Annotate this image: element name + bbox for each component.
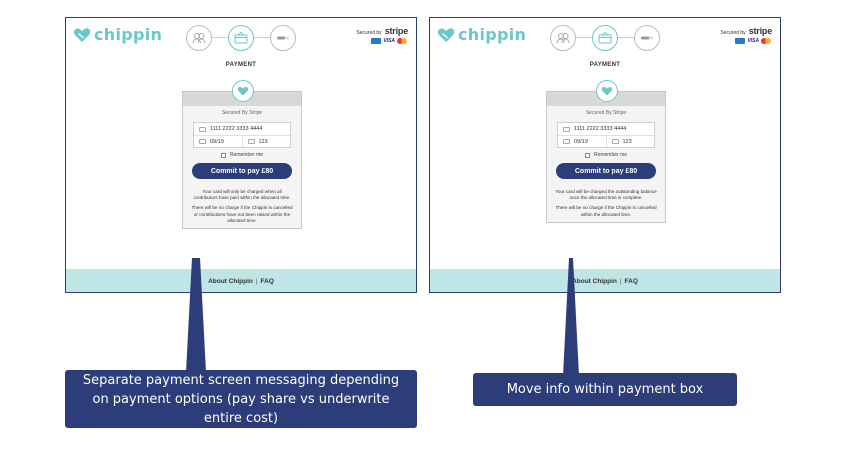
remember-me-checkbox[interactable] — [584, 152, 590, 158]
expiry-field[interactable]: 09/19 — [194, 136, 242, 147]
card-details-row: 09/19 123 — [558, 135, 654, 147]
secured-by-stripe: Secured by stripe VISA — [720, 26, 772, 44]
people-icon — [192, 33, 206, 44]
progress-icon — [277, 36, 289, 40]
progress-icon — [641, 36, 653, 40]
footer: About Chippin | FAQ — [430, 269, 780, 292]
visa-icon: VISA — [383, 38, 395, 44]
calendar-icon — [199, 139, 206, 144]
lock-icon — [611, 139, 619, 144]
cvc-value: 123 — [258, 138, 268, 145]
card-number-field[interactable]: 1111 2222 3333 4444 — [194, 123, 290, 135]
card-details-row: 09/19 123 — [194, 135, 290, 147]
cvc-value: 123 — [622, 138, 632, 145]
mastercard-icon — [397, 38, 408, 44]
remember-me-label: Remember me — [229, 152, 264, 158]
card-icon — [598, 32, 612, 44]
footer-separator: | — [619, 278, 622, 285]
callout-pointer-left — [186, 258, 206, 372]
callout-pointer-right — [563, 258, 579, 376]
amex-icon — [735, 38, 746, 44]
payment-screen-left: chippin Secured by stripe VISA PAYMENT S… — [65, 17, 417, 293]
footer-separator: | — [255, 278, 258, 285]
step-payment[interactable] — [228, 25, 254, 51]
page-title: PAYMENT — [225, 62, 257, 68]
step-people[interactable] — [550, 25, 576, 51]
card-number-value: 1111 2222 3333 4444 — [210, 126, 263, 132]
card-number-value: 1111 2222 3333 4444 — [574, 126, 627, 132]
callout-right: Move info within payment box — [473, 373, 737, 406]
no-charge-info-text: There will be no charge if the Chippin i… — [191, 205, 293, 223]
footer-faq-link[interactable]: FAQ — [261, 278, 274, 285]
logo-wordmark: chippin — [458, 25, 527, 44]
charge-info-text: Your card will only be charged when all … — [193, 189, 291, 201]
logo-wordmark: chippin — [94, 25, 163, 44]
remember-me-label: Remember me — [593, 152, 628, 158]
step-progress[interactable] — [270, 25, 296, 51]
payment-badge — [232, 80, 254, 102]
step-people[interactable] — [186, 25, 212, 51]
heart-tag-icon — [237, 86, 249, 96]
card-form: 1111 2222 3333 4444 09/19 123 — [193, 122, 291, 148]
stripe-logo: stripe — [384, 26, 409, 36]
page-title: PAYMENT — [589, 62, 621, 68]
no-charge-info-text: There will be no charge if the Chippin i… — [555, 205, 657, 217]
amex-icon — [371, 38, 382, 44]
heart-tag-icon — [601, 86, 613, 96]
footer-about-link[interactable]: About Chippin — [208, 278, 253, 285]
credit-card-icon — [199, 126, 206, 132]
commit-to-pay-button[interactable]: Commit to pay £80 — [556, 163, 656, 179]
step-payment[interactable] — [592, 25, 618, 51]
expiry-value: 09/19 — [574, 138, 588, 145]
secured-by-stripe: Secured by stripe VISA — [356, 26, 408, 44]
card-number-field[interactable]: 1111 2222 3333 4444 — [558, 123, 654, 135]
expiry-value: 09/19 — [210, 138, 224, 145]
payment-screen-right: chippin Secured by stripe VISA PAYMENT S… — [429, 17, 781, 293]
remember-me-checkbox[interactable] — [220, 152, 226, 158]
charge-info-text: Your card will be charged the outstandin… — [555, 189, 657, 201]
remember-me[interactable]: Remember me — [547, 152, 665, 158]
footer: About Chippin | FAQ — [66, 269, 416, 292]
remember-me[interactable]: Remember me — [183, 152, 301, 158]
heart-tag-logo-icon — [73, 26, 91, 42]
chippin-logo[interactable]: chippin — [437, 25, 526, 44]
card-form: 1111 2222 3333 4444 09/19 123 — [557, 122, 655, 148]
calendar-icon — [563, 139, 570, 144]
commit-to-pay-button[interactable]: Commit to pay £80 — [192, 163, 292, 179]
secured-by-stripe-text: Secured By Stripe — [221, 110, 263, 116]
people-icon — [556, 33, 570, 44]
chippin-logo[interactable]: chippin — [73, 25, 162, 44]
payment-box: Secured By Stripe 1111 2222 3333 4444 09… — [182, 80, 302, 230]
secured-by-stripe-text: Secured By Stripe — [585, 110, 627, 116]
secured-by-label: Secured by — [720, 30, 746, 36]
card-brands: VISA — [356, 38, 408, 44]
card-icon — [234, 32, 248, 44]
credit-card-icon — [563, 126, 570, 132]
mastercard-icon — [761, 38, 772, 44]
card-brands: VISA — [720, 38, 772, 44]
visa-icon: VISA — [747, 38, 759, 44]
cvc-field[interactable]: 123 — [241, 136, 291, 147]
lock-icon — [247, 139, 255, 144]
footer-faq-link[interactable]: FAQ — [625, 278, 638, 285]
cvc-field[interactable]: 123 — [605, 136, 655, 147]
secured-by-label: Secured by — [356, 30, 382, 36]
callout-left: Separate payment screen messaging depend… — [65, 370, 417, 428]
progress-steps — [186, 24, 298, 52]
payment-box: Secured By Stripe 1111 2222 3333 4444 09… — [546, 80, 666, 223]
stripe-logo: stripe — [748, 26, 773, 36]
progress-steps — [550, 24, 662, 52]
heart-tag-logo-icon — [437, 26, 455, 42]
expiry-field[interactable]: 09/19 — [558, 136, 606, 147]
payment-badge — [596, 80, 618, 102]
step-progress[interactable] — [634, 25, 660, 51]
